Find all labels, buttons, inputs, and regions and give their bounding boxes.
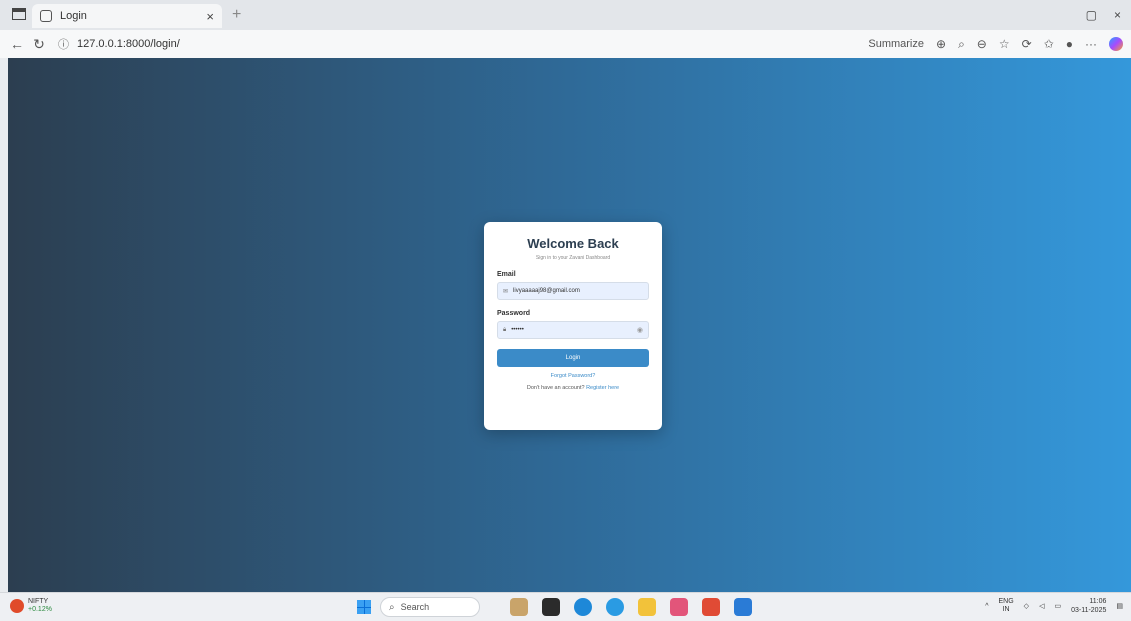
show-password-icon[interactable]: ◉	[637, 326, 643, 334]
photos-app-icon[interactable]	[670, 598, 688, 616]
login-button[interactable]: Login	[497, 349, 649, 367]
url-field[interactable]: ⓘ 127.0.0.1:8000/login/	[58, 36, 180, 52]
lock-icon: 🔒︎	[503, 326, 507, 333]
extensions-icon[interactable]: ⟳	[1022, 37, 1032, 51]
taskbar-search[interactable]: ⌕ Search	[380, 597, 480, 617]
password-value: ••••••	[511, 327, 524, 333]
search-icon: ⌕	[389, 601, 395, 613]
widget-app-icon[interactable]	[510, 598, 528, 616]
clock[interactable]: 11:06 03-11-2025	[1071, 597, 1106, 615]
market-icon	[10, 599, 24, 613]
minimize-icon[interactable]: ▢	[1086, 8, 1097, 22]
browser-tab-bar: Login × + ▢ ×	[0, 0, 1131, 30]
email-value: livyaaaaaj98@gmail.com	[513, 288, 580, 294]
brave-browser-icon[interactable]	[702, 598, 720, 616]
more-icon[interactable]: ···	[1085, 37, 1097, 51]
ticker-name: NIFTY	[28, 598, 49, 605]
register-text: Don't have an account?	[526, 385, 585, 391]
summarize-button[interactable]: Summarize	[868, 38, 924, 50]
login-heading: Welcome Back	[527, 236, 619, 251]
battery-icon[interactable]: ▭	[1054, 602, 1061, 610]
back-arrow-icon[interactable]: ←	[6, 36, 28, 52]
favorite-star-icon[interactable]: ☆	[999, 37, 1010, 51]
edge-browser-icon[interactable]	[574, 598, 592, 616]
taskbar: NIFTY +0.12% ⌕ Search ^ ENG IN ◇ ◁ ▭ 11:…	[0, 592, 1131, 621]
clock-date: 03-11-2025	[1071, 607, 1107, 614]
vscode-icon[interactable]	[734, 598, 752, 616]
windows-start-icon[interactable]	[357, 600, 371, 614]
forgot-password-link[interactable]: Forgot Password?	[497, 373, 649, 379]
whatsapp-icon[interactable]	[606, 598, 624, 616]
email-field[interactable]: ✉ livyaaaaaj98@gmail.com	[497, 282, 649, 300]
lang-top: ENG	[998, 598, 1014, 605]
language-indicator[interactable]: ENG IN	[999, 598, 1014, 614]
copilot-icon[interactable]	[1109, 37, 1123, 51]
envelope-icon: ✉	[503, 288, 509, 295]
file-explorer-icon[interactable]	[638, 598, 656, 616]
translate-icon[interactable]: ⊕	[936, 37, 946, 51]
url-text: 127.0.0.1:8000/login/	[77, 38, 180, 50]
tab-close-icon[interactable]: ×	[206, 9, 214, 24]
login-card: Welcome Back Sign in to your Zavani Dash…	[484, 222, 662, 430]
favicon-icon	[40, 10, 52, 22]
tab-title: Login	[60, 10, 87, 22]
site-info-icon[interactable]: ⓘ	[58, 36, 69, 52]
browser-tab-login[interactable]: Login ×	[32, 4, 222, 28]
login-subtitle: Sign in to your Zavani Dashboard	[535, 255, 611, 261]
password-label: Password	[497, 310, 531, 317]
register-prompt: Don't have an account? Register here	[497, 385, 649, 391]
zoom-icon[interactable]: ⊖	[977, 37, 987, 51]
search-icon[interactable]: ⌕	[958, 37, 965, 52]
wifi-icon[interactable]: ◇	[1024, 602, 1029, 610]
page-viewport: Welcome Back Sign in to your Zavani Dash…	[8, 58, 1131, 592]
address-bar: ← ↻ ⓘ 127.0.0.1:8000/login/ Summarize ⊕ …	[0, 30, 1131, 58]
new-tab-icon[interactable]: +	[232, 6, 241, 24]
register-link[interactable]: Register here	[586, 385, 619, 391]
tray-overflow-icon[interactable]: ^	[985, 603, 988, 610]
window-close-icon[interactable]: ×	[1114, 8, 1121, 22]
password-field[interactable]: 🔒︎ •••••• ◉	[497, 321, 649, 339]
pinned-apps	[510, 598, 752, 616]
system-tray: ^ ENG IN ◇ ◁ ▭ 11:06 03-11-2025 ▤	[985, 597, 1123, 615]
browser-toolbar: Summarize ⊕ ⌕ ⊖ ☆ ⟳ ✩ ● ···	[868, 30, 1123, 58]
sidebar-toggle-icon[interactable]	[12, 8, 26, 20]
volume-icon[interactable]: ◁	[1039, 602, 1044, 610]
profile-icon[interactable]: ●	[1066, 37, 1073, 51]
stock-ticker-widget[interactable]: NIFTY +0.12%	[10, 598, 52, 614]
ticker-change: +0.12%	[28, 606, 52, 613]
task-view-icon[interactable]	[542, 598, 560, 616]
search-placeholder: Search	[400, 602, 430, 612]
notification-icon[interactable]: ▤	[1116, 602, 1123, 610]
email-label: Email	[497, 271, 516, 278]
refresh-icon[interactable]: ↻	[28, 36, 50, 53]
clock-time: 11:06	[1089, 598, 1107, 605]
favorites-icon[interactable]: ✩	[1044, 37, 1054, 51]
lang-bottom: IN	[1002, 606, 1010, 613]
